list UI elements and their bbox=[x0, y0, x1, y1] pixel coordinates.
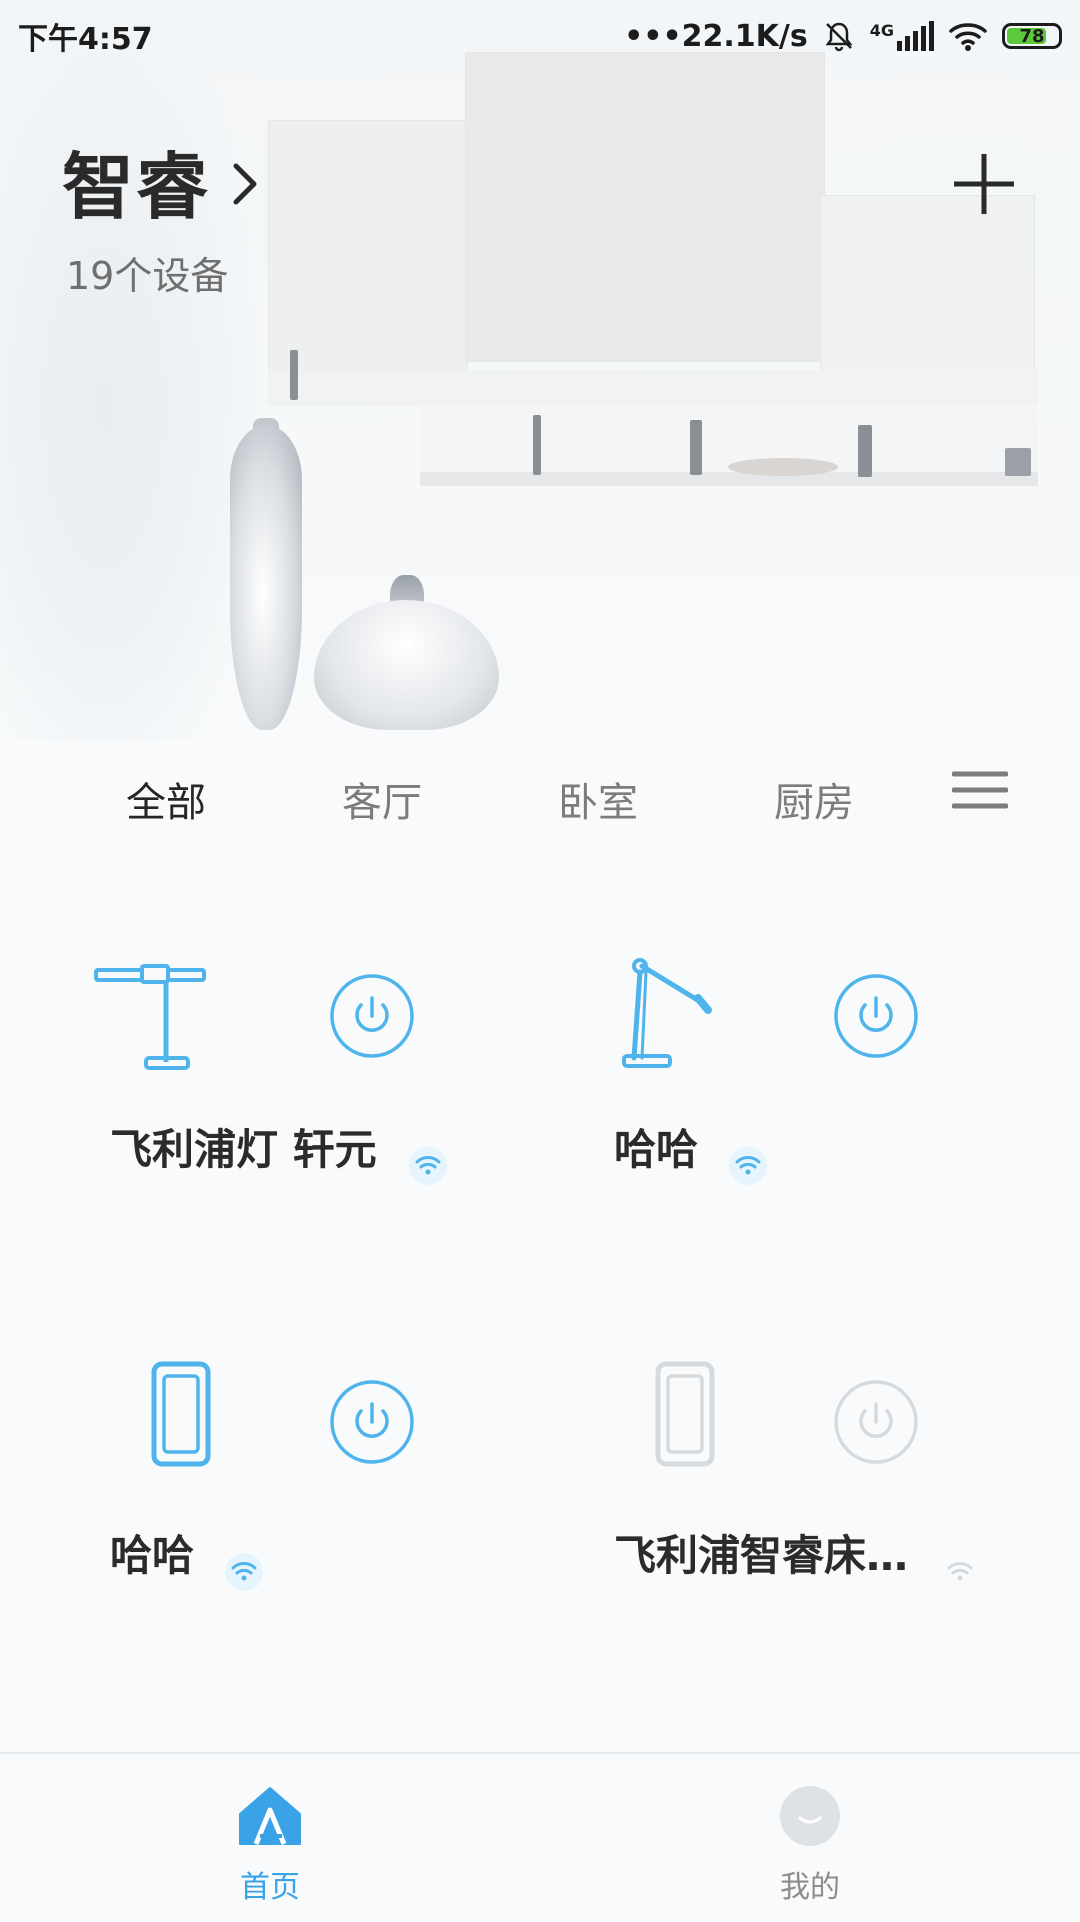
nav-profile-label: 我的 bbox=[780, 1870, 840, 1905]
nav-home[interactable]: 首页 bbox=[190, 1784, 350, 1906]
wifi-online-icon bbox=[729, 1147, 767, 1185]
power-button[interactable] bbox=[832, 972, 920, 1060]
status-time: 下午4:57 bbox=[18, 22, 153, 57]
device-name: 飞利浦灯 轩元 bbox=[110, 1125, 377, 1174]
network-speed: •••22.1K/s bbox=[624, 18, 808, 54]
bedside-lamp-icon bbox=[655, 1361, 715, 1467]
vase-decoration bbox=[314, 600, 499, 730]
device-name: 飞利浦智睿床… bbox=[614, 1531, 909, 1580]
power-button[interactable] bbox=[832, 1378, 920, 1466]
nav-profile[interactable]: 我的 bbox=[730, 1784, 890, 1906]
signal-icon: 4G bbox=[870, 21, 934, 51]
tab-bedroom[interactable]: 卧室 bbox=[558, 770, 638, 828]
battery-level: 78 bbox=[1019, 25, 1045, 47]
vase-decoration bbox=[230, 425, 302, 730]
tab-kitchen[interactable]: 厨房 bbox=[774, 770, 854, 828]
mute-bell-icon bbox=[825, 22, 853, 52]
bedside-lamp-icon bbox=[151, 1361, 211, 1467]
status-bar: 下午4:57 •••22.1K/s 4G 78 bbox=[0, 0, 1080, 72]
add-icon[interactable] bbox=[950, 150, 1018, 218]
device-name: 哈哈 bbox=[614, 1125, 699, 1174]
desk-lamp-arm-icon bbox=[622, 958, 712, 1068]
device-card[interactable]: 飞利浦灯 轩元 bbox=[70, 946, 570, 1306]
power-button[interactable] bbox=[328, 1378, 416, 1466]
device-card[interactable]: 哈哈 bbox=[70, 1352, 570, 1712]
menu-icon[interactable] bbox=[952, 770, 1008, 810]
profile-icon bbox=[780, 1786, 840, 1846]
tab-living-room[interactable]: 客厅 bbox=[342, 770, 422, 828]
wifi-online-icon bbox=[409, 1147, 447, 1185]
home-name[interactable]: 智睿 bbox=[62, 128, 210, 233]
chevron-right-icon[interactable] bbox=[230, 162, 260, 206]
device-name: 哈哈 bbox=[110, 1531, 195, 1580]
home-icon bbox=[239, 1787, 301, 1845]
desk-lamp-bar-icon bbox=[94, 964, 206, 1070]
hero-background bbox=[0, 0, 1080, 740]
wifi-online-icon bbox=[225, 1553, 263, 1591]
battery-icon: 78 bbox=[1002, 23, 1062, 49]
network-type: 4G bbox=[869, 21, 894, 40]
nav-home-label: 首页 bbox=[240, 1870, 300, 1905]
device-card[interactable]: 哈哈 bbox=[574, 946, 1074, 1306]
room-tabs: 全部 客厅 卧室 厨房 bbox=[0, 760, 1080, 830]
bottom-navigation: 首页 我的 bbox=[0, 1752, 1080, 1922]
device-card[interactable]: 飞利浦智睿床… bbox=[574, 1352, 1074, 1712]
power-button[interactable] bbox=[328, 972, 416, 1060]
tab-all[interactable]: 全部 bbox=[126, 770, 206, 828]
wifi-icon bbox=[949, 23, 987, 51]
device-count: 19个设备 bbox=[66, 254, 229, 298]
wifi-offline-icon bbox=[947, 1562, 973, 1581]
